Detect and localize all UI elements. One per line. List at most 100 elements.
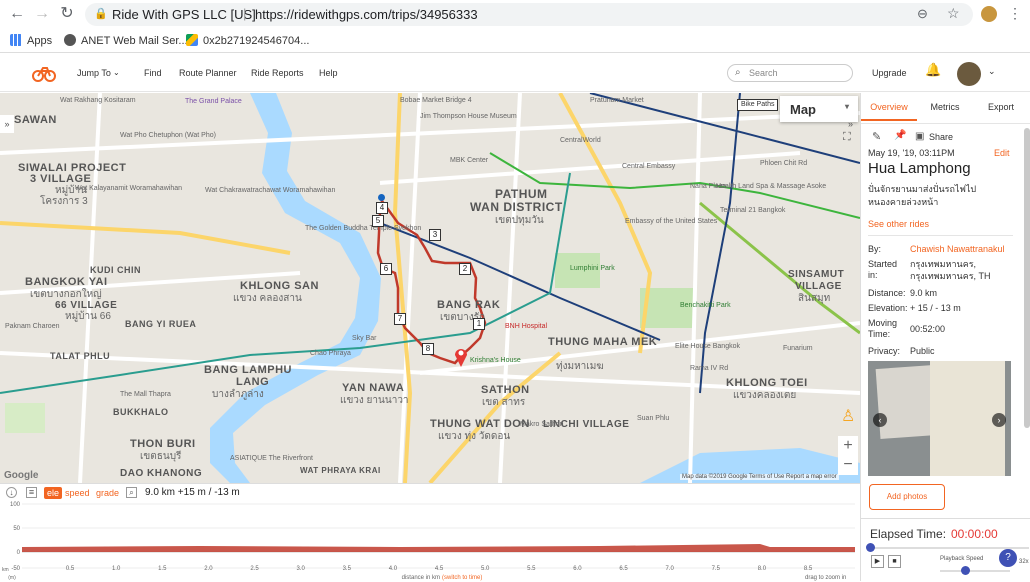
map-type-select[interactable]: Map ▾ xyxy=(780,96,858,122)
y-tick: 0 xyxy=(17,550,21,556)
route-waypoint[interactable]: 4 xyxy=(376,202,388,214)
privacy-label: Privacy: xyxy=(868,346,901,356)
add-photos-button[interactable]: Add photos xyxy=(869,484,945,510)
x-tick: 2.5 xyxy=(250,566,259,572)
back-icon[interactable]: ← xyxy=(8,5,26,23)
playback-speed-value: 32x xyxy=(1019,559,1029,565)
map-label: BANG RAK xyxy=(437,299,501,311)
play-icon[interactable]: ▶ xyxy=(871,555,884,568)
ride-date: May 19, '19, 03:11PM xyxy=(868,148,955,158)
playback-scrubber[interactable] xyxy=(866,543,875,552)
chevron-down-icon[interactable]: ⌄ xyxy=(113,68,120,78)
url-text[interactable]: https://ridewithgps.com/trips/34956333 xyxy=(255,7,478,22)
zoom-search-icon[interactable]: ⌕ xyxy=(126,487,137,498)
bookmark-apps[interactable]: Apps xyxy=(10,33,52,49)
dropdown-arrow-icon: ▾ xyxy=(845,102,850,111)
speed-slider[interactable] xyxy=(940,570,1010,572)
route-waypoint[interactable]: 7 xyxy=(394,313,406,325)
map-label: 66 VILLAGE xyxy=(55,300,118,311)
divider xyxy=(861,123,1030,124)
zoom-in-button[interactable]: + xyxy=(838,436,858,456)
forward-icon[interactable]: → xyxy=(33,5,51,23)
tab-metrics[interactable]: Metrics xyxy=(917,93,973,121)
started-value-line2: กรุงเทพมหานคร, TH xyxy=(910,271,991,281)
collapse-left-icon[interactable]: » xyxy=(0,115,14,133)
map-label: The Grand Palace xyxy=(185,98,242,105)
toggle-grade[interactable]: grade xyxy=(96,487,119,499)
fullscreen-icon[interactable]: ⛶ xyxy=(843,131,851,144)
nav-jump-to[interactable]: Jump To xyxy=(77,68,111,78)
elevation-panel: ↓ ≡ ele speed grade ⌕ 9.0 km +15 m / -13… xyxy=(0,483,860,581)
stop-icon[interactable]: ■ xyxy=(888,555,901,568)
elapsed-label: Elapsed Time: xyxy=(870,527,947,541)
carousel-next-icon[interactable]: › xyxy=(992,413,1006,427)
route-waypoint[interactable]: 3 xyxy=(429,229,441,241)
zoom-icon[interactable]: ⊖ xyxy=(917,6,928,22)
route-waypoint[interactable]: 8 xyxy=(422,343,434,355)
share-icon[interactable]: ▣ xyxy=(915,131,924,142)
x-tick: 6.0 xyxy=(573,566,582,572)
map-label: LANG xyxy=(236,376,270,388)
see-other-rides-link[interactable]: See other rides xyxy=(868,219,929,229)
sidebar-scrollbar[interactable] xyxy=(1024,128,1030,428)
playback-speed-label: Playback Speed xyxy=(940,556,984,562)
switch-to-time-link[interactable]: (switch to time) xyxy=(442,575,482,581)
bookmark-drive[interactable]: 0x2b271924546704... xyxy=(186,33,309,49)
notifications-bell-icon[interactable]: 🔔 xyxy=(925,63,941,76)
elevation-label: Elevation: xyxy=(868,303,908,313)
bookmark-star-icon[interactable]: ☆ xyxy=(947,5,960,22)
route-start-marker[interactable] xyxy=(378,194,385,201)
edit-pencil-icon[interactable]: ✎ xyxy=(872,130,881,143)
carousel-prev-icon[interactable]: ‹ xyxy=(873,413,887,427)
route-waypoint[interactable]: 6 xyxy=(380,263,392,275)
toggle-speed[interactable]: speed xyxy=(65,487,90,499)
share-link[interactable]: Share xyxy=(929,132,953,142)
street-view-pegman-icon[interactable]: ♙ xyxy=(841,406,855,428)
x-tick: 8.5 xyxy=(804,566,813,572)
route-waypoint[interactable]: 2 xyxy=(459,263,471,275)
user-avatar[interactable] xyxy=(957,62,981,86)
map-label: Funarium xyxy=(783,345,813,352)
bike-paths-toggle[interactable]: Bike Paths xyxy=(737,99,779,111)
bookmark-anet[interactable]: ANET Web Mail Ser... xyxy=(64,33,188,49)
zoom-out-button[interactable]: − xyxy=(838,455,858,475)
browser-chrome: ← → ↻ 🔒 Ride With GPS LLC [US] | https:/… xyxy=(0,0,1030,53)
search-placeholder: Search xyxy=(749,68,778,78)
help-circle-icon[interactable]: ? xyxy=(999,549,1017,567)
map-pin-icon[interactable] xyxy=(453,345,469,367)
elevation-chart[interactable]: 100 50 0 -50 (m) km 0.5 1.0 1.5 2.0 2.5 3.0 3.… xyxy=(0,501,860,582)
edit-link[interactable]: Edit xyxy=(994,148,1010,158)
ride-photo-carousel[interactable]: ‹ › xyxy=(868,361,1011,476)
toggle-elevation[interactable]: ele xyxy=(44,487,63,499)
bookmarks-bar: Apps ANET Web Mail Ser... 0x2b2719245467… xyxy=(0,30,1030,52)
x-tick: 7.0 xyxy=(665,566,674,572)
nav-find[interactable]: Find xyxy=(144,68,162,78)
speed-slider-handle[interactable] xyxy=(961,566,970,575)
tab-export[interactable]: Export xyxy=(973,93,1029,121)
reload-icon[interactable]: ↻ xyxy=(58,5,76,23)
nav-help[interactable]: Help xyxy=(319,68,338,78)
map-label: SINSAMUT xyxy=(788,269,845,280)
nav-ride-reports[interactable]: Ride Reports xyxy=(251,68,304,78)
search-input[interactable]: ⌕ Search xyxy=(727,64,853,82)
upgrade-link[interactable]: Upgrade xyxy=(872,68,907,78)
nav-route-planner[interactable]: Route Planner xyxy=(179,68,237,78)
map-label: SATHON xyxy=(481,384,530,396)
rwgps-logo-icon[interactable] xyxy=(32,64,56,82)
map-canvas[interactable]: SAWAN Wat Rakhang Kositaram The Grand Pa… xyxy=(0,93,860,483)
author-link[interactable]: Chawish Nawattranakul xyxy=(910,244,1005,255)
map-label: Lumphini Park xyxy=(570,265,615,272)
x-axis-label: distance in km xyxy=(402,575,440,581)
map-label: แขวง ยานนาวา xyxy=(340,395,409,406)
route-waypoint[interactable]: 1 xyxy=(473,318,485,330)
browser-profile-avatar[interactable] xyxy=(981,6,997,22)
address-bar[interactable]: 🔒 Ride With GPS LLC [US] | https://ridew… xyxy=(85,3,973,26)
pin-icon[interactable]: 📌 xyxy=(894,130,906,141)
browser-menu-icon[interactable]: ⋮ xyxy=(1008,5,1022,22)
account-chevron-icon[interactable]: ⌄ xyxy=(988,66,996,76)
collapse-right-icon[interactable]: » xyxy=(848,119,853,129)
menu-icon[interactable]: ≡ xyxy=(26,487,37,498)
route-waypoint[interactable]: 5 xyxy=(372,215,384,227)
tab-overview[interactable]: Overview xyxy=(861,93,917,121)
collapse-down-icon[interactable]: ↓ xyxy=(6,487,17,498)
